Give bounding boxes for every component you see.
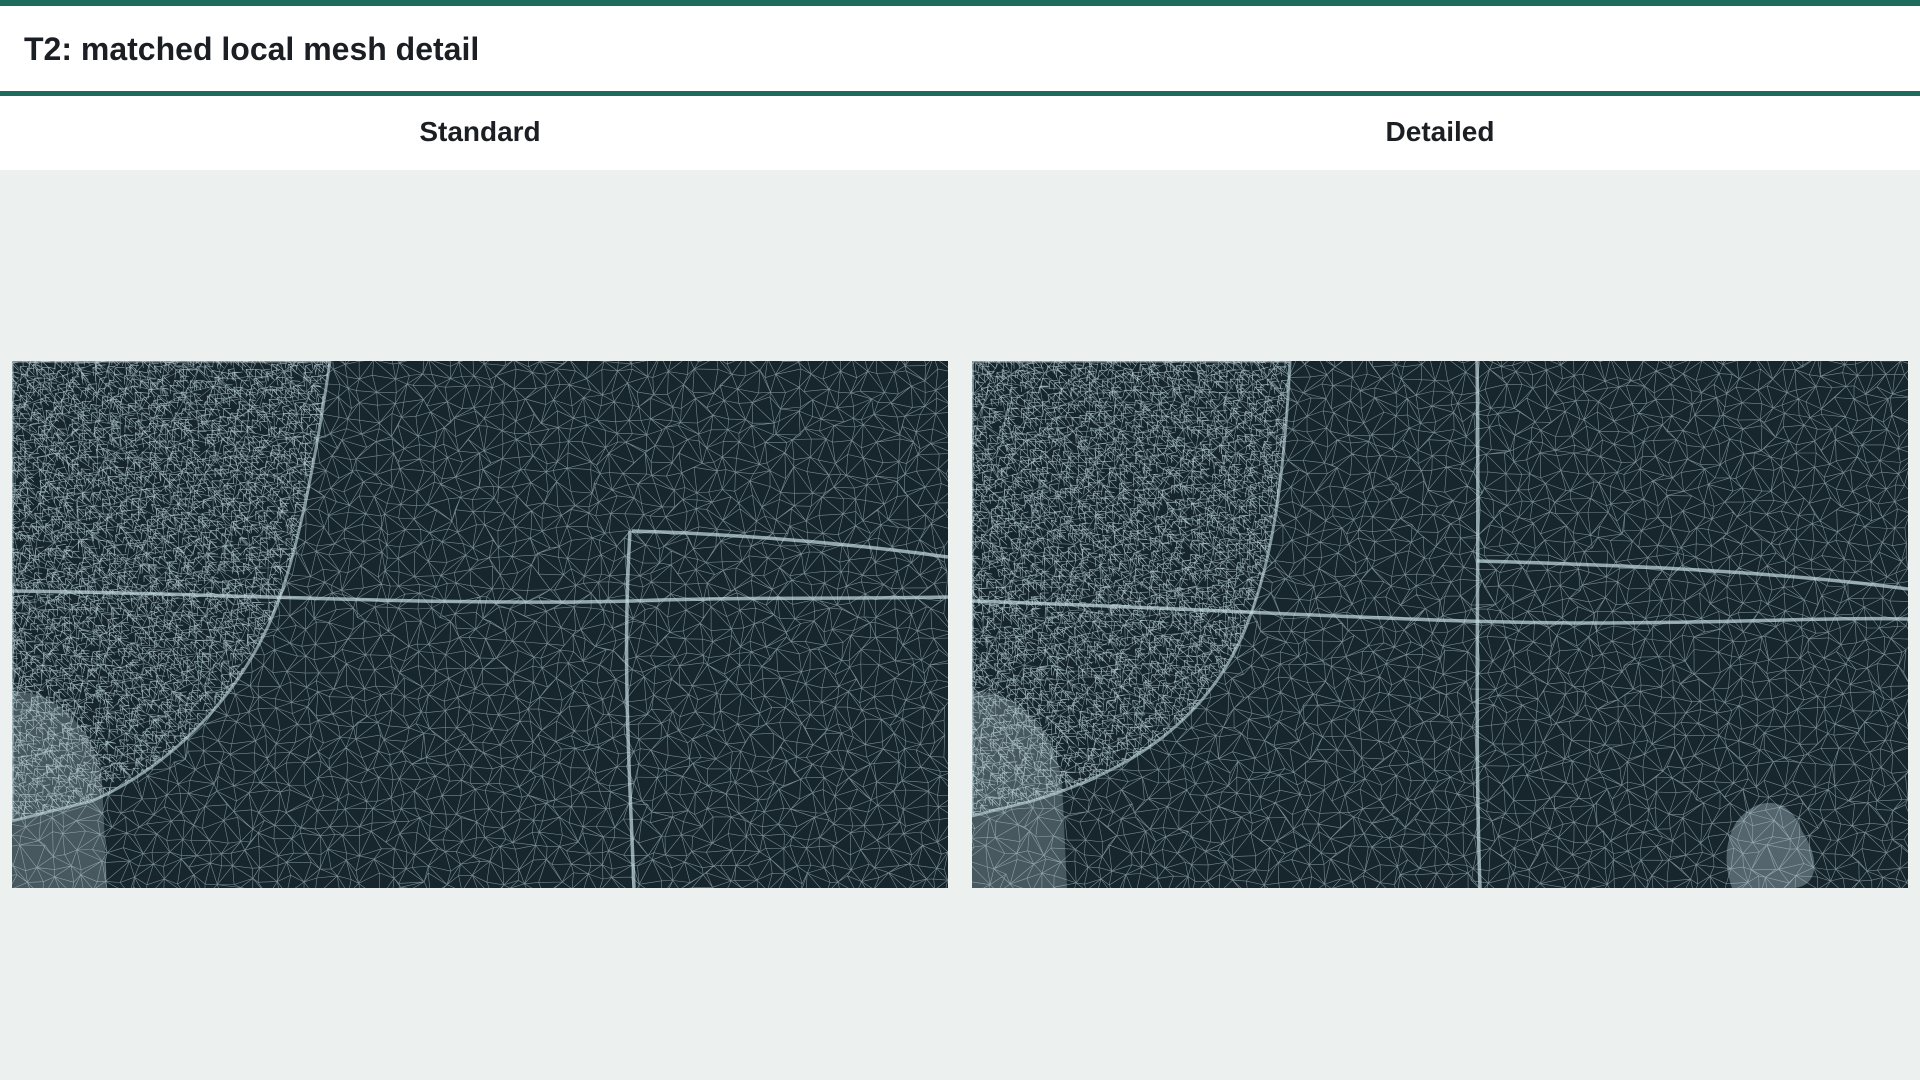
detailed-mesh-view — [972, 361, 1908, 888]
comparison-content-area — [0, 170, 1920, 1080]
detailed-mesh-image — [972, 361, 1908, 888]
title-bar: T2: matched local mesh detail — [0, 6, 1920, 92]
standard-column-title: Standard — [419, 116, 541, 147]
detailed-column-title: Detailed — [1385, 116, 1495, 147]
page-title: T2: matched local mesh detail — [24, 31, 480, 67]
column-header-row: Standard Detailed — [0, 96, 1920, 170]
standard-mesh-view — [12, 361, 948, 888]
standard-mesh-image — [12, 361, 948, 888]
comparison-page: T2: matched local mesh detail Standard D… — [0, 0, 1920, 1080]
